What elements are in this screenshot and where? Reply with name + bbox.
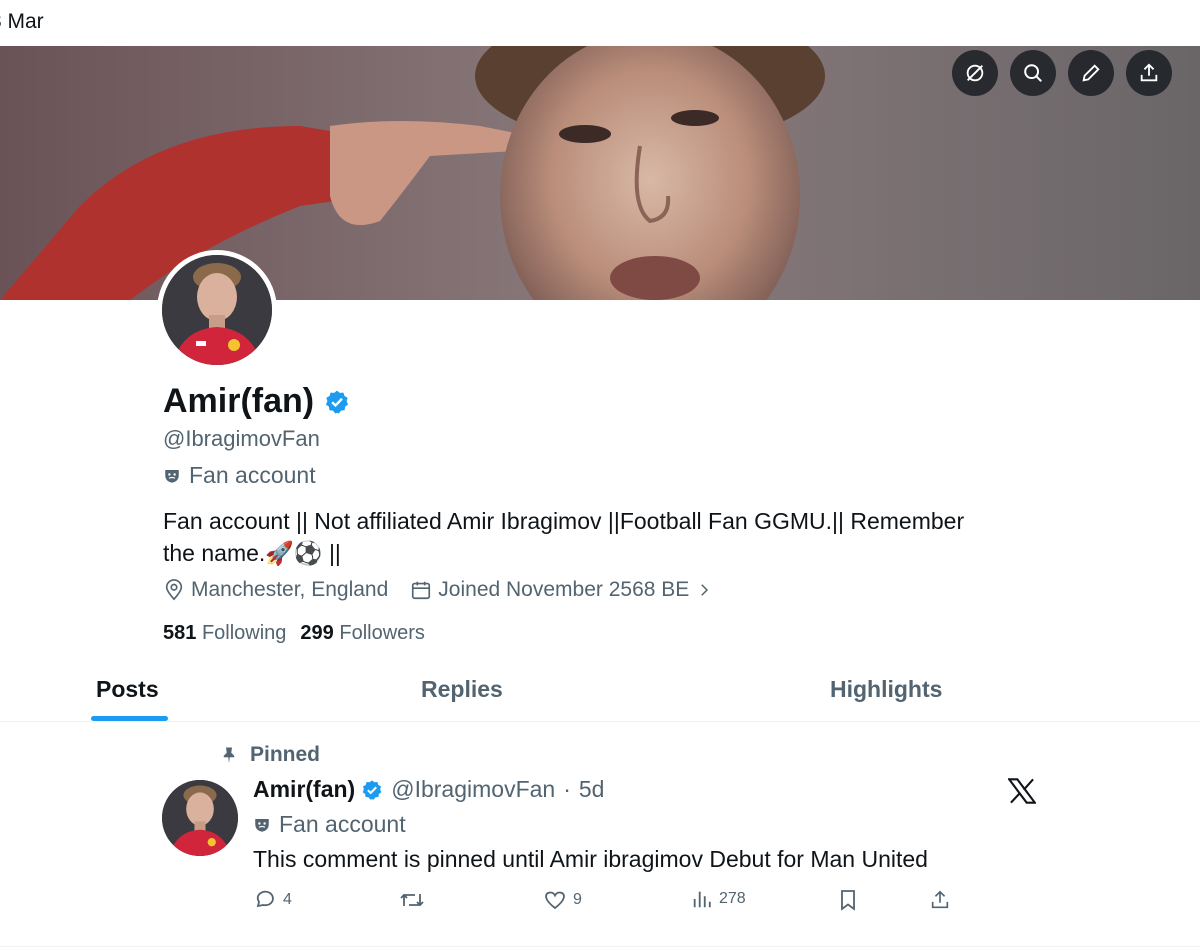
views-count: 278 bbox=[719, 890, 746, 907]
fan-account-label: Fan account bbox=[189, 462, 316, 488]
tab-posts[interactable]: Posts bbox=[96, 676, 159, 703]
post-author-handle[interactable]: @IbragimovFan bbox=[391, 776, 555, 803]
profile-meta: Manchester, England Joined November 2568… bbox=[163, 578, 713, 602]
bookmark-icon bbox=[841, 890, 855, 911]
post-author-name[interactable]: Amir(fan) bbox=[253, 776, 355, 803]
followers-link[interactable]: 299 Followers bbox=[300, 622, 425, 645]
pin-icon bbox=[223, 747, 235, 764]
reply-button[interactable]: 4 bbox=[253, 888, 292, 912]
edit-button[interactable] bbox=[1068, 50, 1114, 96]
x-logo-icon[interactable] bbox=[1008, 778, 1036, 804]
reply-icon bbox=[256, 890, 274, 908]
like-button[interactable]: 9 bbox=[543, 888, 582, 912]
bio-line: Fan account || Not affiliated Amir Ibrag… bbox=[163, 508, 965, 534]
avatar-image bbox=[162, 780, 238, 856]
grok-button[interactable] bbox=[952, 50, 998, 96]
tab-highlights[interactable]: Highlights bbox=[830, 676, 942, 703]
views-button[interactable]: 278 bbox=[691, 888, 746, 910]
search-button[interactable] bbox=[1010, 50, 1056, 96]
mask-icon bbox=[255, 818, 269, 832]
post-actions: 4 9 278 bbox=[253, 888, 973, 918]
edit-icon bbox=[1082, 64, 1100, 82]
following-label: Following bbox=[201, 622, 287, 644]
post-fan-account-label: Fan account bbox=[279, 811, 406, 837]
share-button[interactable] bbox=[1126, 50, 1172, 96]
joined-date[interactable]: Joined November 2568 BE bbox=[410, 578, 713, 602]
active-tab-indicator bbox=[91, 716, 168, 721]
followers-label: Followers bbox=[339, 622, 425, 644]
location: Manchester, England bbox=[163, 578, 388, 602]
share-icon bbox=[931, 890, 949, 909]
display-name: Amir(fan) bbox=[163, 382, 315, 420]
views-chart-icon bbox=[693, 891, 711, 908]
location-pin-icon bbox=[165, 579, 183, 601]
mask-icon bbox=[165, 469, 179, 483]
profile-tabs: Posts Replies Highlights bbox=[0, 660, 1200, 722]
search-icon bbox=[1024, 64, 1042, 82]
followers-count: 299 bbox=[300, 622, 334, 644]
profile-avatar[interactable] bbox=[157, 250, 277, 370]
following-link[interactable]: 581 Following bbox=[163, 622, 286, 645]
chevron-right-icon bbox=[701, 584, 709, 596]
post-age[interactable]: 5d bbox=[579, 776, 605, 803]
following-count: 581 bbox=[163, 622, 197, 644]
share-post-button[interactable] bbox=[929, 888, 951, 912]
like-count: 9 bbox=[573, 891, 582, 908]
divider bbox=[0, 946, 1200, 947]
profile-handle: @IbragimovFan bbox=[163, 426, 320, 451]
verified-badge-icon[interactable] bbox=[324, 389, 350, 415]
tab-replies[interactable]: Replies bbox=[421, 676, 503, 703]
profile-name-row: Amir(fan) bbox=[163, 382, 350, 421]
post-text: This comment is pinned until Amir ibragi… bbox=[253, 846, 928, 872]
joined-text: Joined November 2568 BE bbox=[438, 578, 690, 601]
bookmark-button[interactable] bbox=[837, 888, 859, 912]
calendar-icon bbox=[412, 581, 431, 600]
grok-icon bbox=[966, 64, 984, 82]
repost-button[interactable] bbox=[399, 888, 431, 912]
automated-label[interactable]: Fan account bbox=[163, 462, 316, 489]
share-icon bbox=[1140, 63, 1158, 82]
repost-icon bbox=[400, 893, 424, 907]
pinned-indicator: Pinned bbox=[220, 743, 320, 767]
bio-line: the name.🚀⚽ || bbox=[163, 540, 341, 566]
reply-count: 4 bbox=[283, 891, 292, 908]
post-author-avatar[interactable] bbox=[162, 780, 238, 856]
profile-bio: Fan account || Not affiliated Amir Ibrag… bbox=[163, 505, 1043, 569]
follow-stats: 581 Following 299 Followers bbox=[163, 622, 425, 645]
heart-icon bbox=[545, 891, 565, 910]
separator-dot: · bbox=[563, 776, 571, 802]
post-header: Amir(fan) @IbragimovFan · 5d bbox=[253, 776, 604, 803]
status-date: 3 Mar bbox=[0, 10, 44, 33]
location-text: Manchester, England bbox=[191, 578, 389, 601]
avatar-image bbox=[162, 255, 272, 365]
verified-badge-icon[interactable] bbox=[361, 779, 383, 801]
post-automated-label[interactable]: Fan account bbox=[253, 811, 406, 838]
pinned-label: Pinned bbox=[250, 743, 321, 766]
